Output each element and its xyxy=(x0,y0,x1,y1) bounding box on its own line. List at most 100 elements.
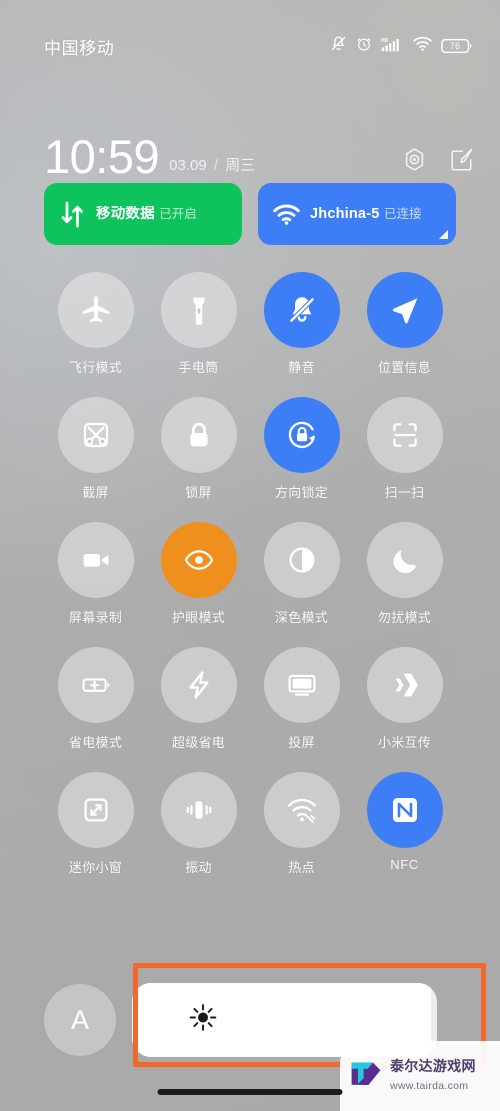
toggle-ultra-battery-saver[interactable]: 超级省电 xyxy=(147,647,250,751)
toggle-flashlight[interactable]: 手电筒 xyxy=(147,272,250,376)
wifi-icon xyxy=(413,36,432,56)
sun-brightness-icon xyxy=(188,1003,218,1038)
lightning-bolt-icon xyxy=(160,647,237,723)
toggle-label: 方向锁定 xyxy=(274,485,329,500)
clock-date-group: 03.09 / 周三 xyxy=(169,155,255,180)
toggle-vibrate[interactable]: 振动 xyxy=(147,772,250,876)
toggle-label: 护眼模式 xyxy=(171,610,226,625)
mobile-data-title: 移动数据 xyxy=(96,205,155,222)
wifi-tile[interactable]: Jhchina-5 已连接 xyxy=(258,183,456,245)
toggle-nfc[interactable]: NFC xyxy=(353,772,456,876)
toggle-hotspot[interactable]: 热点 xyxy=(250,772,353,876)
toggle-eye-care[interactable]: 护眼模式 xyxy=(147,522,250,626)
mobile-data-text: 移动数据 已开启 xyxy=(96,206,197,223)
auto-brightness-icon[interactable]: A xyxy=(44,984,116,1056)
clock-weekday: 周三 xyxy=(225,157,256,174)
toggle-label: 静音 xyxy=(288,360,315,375)
location-arrow-icon xyxy=(366,272,443,348)
watermark: 泰尔达游戏网 www.tairda.com xyxy=(340,1041,500,1111)
clock-header: 10:59 03.09 / 周三 xyxy=(0,112,500,180)
toggle-airplane-mode[interactable]: 飞行模式 xyxy=(44,272,147,376)
toggle-label: 热点 xyxy=(288,860,315,875)
toggle-scan[interactable]: 扫一扫 xyxy=(353,397,456,501)
watermark-site-name: 泰尔达游戏网 xyxy=(390,1057,476,1074)
eye-icon xyxy=(160,522,237,598)
carrier-label: 中国移动 xyxy=(44,38,115,58)
watermark-url: www.tairda.com xyxy=(390,1080,469,1092)
toggle-label: 小米互传 xyxy=(377,735,432,750)
battery-plus-icon xyxy=(57,647,134,723)
toggle-screenshot[interactable]: 截屏 xyxy=(44,397,147,501)
toggle-label: NFC xyxy=(390,857,419,872)
auto-brightness-label: A xyxy=(70,1004,89,1035)
mobile-data-status: 已开启 xyxy=(159,206,197,221)
video-camera-icon xyxy=(57,522,134,598)
toggle-label: 迷你小窗 xyxy=(68,860,123,875)
toggle-mini-window[interactable]: 迷你小窗 xyxy=(44,772,147,876)
home-gesture-bar[interactable] xyxy=(157,1089,343,1095)
toggle-label: 扫一扫 xyxy=(384,485,425,500)
vibrate-icon xyxy=(160,772,237,848)
toggle-label: 深色模式 xyxy=(274,610,329,625)
toggle-battery-saver[interactable]: 省电模式 xyxy=(44,647,147,751)
toggle-label: 省电模式 xyxy=(68,735,123,750)
toggle-mi-share[interactable]: 小米互传 xyxy=(353,647,456,751)
toggle-label: 屏幕录制 xyxy=(68,610,123,625)
contrast-circle-icon xyxy=(263,522,340,598)
wifi-status: 已连接 xyxy=(383,206,422,221)
mini-window-icon xyxy=(57,772,134,848)
edit-pencil-icon[interactable] xyxy=(449,147,474,177)
toggle-label: 飞行模式 xyxy=(68,360,123,375)
battery-level-label: 76 xyxy=(449,40,461,51)
quick-settings-panel: 中国移动 HD 76 10:59 03.09 / 周三 移动数据 已开启 Jhc… xyxy=(0,0,500,1111)
toggle-label: 投屏 xyxy=(288,735,315,750)
rotation-lock-icon xyxy=(263,397,340,473)
toggle-lock-screen[interactable]: 锁屏 xyxy=(147,397,250,501)
toggle-label: 锁屏 xyxy=(185,485,212,500)
lock-icon xyxy=(160,397,237,473)
svg-text:HD: HD xyxy=(381,38,389,44)
tairda-shield-t-icon xyxy=(349,1057,383,1096)
toggle-label: 勿扰模式 xyxy=(377,610,432,625)
screenshot-icon xyxy=(57,397,134,473)
alarm-clock-icon xyxy=(356,36,372,57)
connectivity-tiles: 移动数据 已开启 Jhchina-5 已连接 xyxy=(44,183,456,245)
status-bar: 中国移动 HD 76 xyxy=(0,0,500,92)
cast-screen-icon xyxy=(263,647,340,723)
toggle-label: 手电筒 xyxy=(178,360,219,375)
wifi-ssid: Jhchina-5 xyxy=(310,205,380,222)
toggle-screen-record[interactable]: 屏幕录制 xyxy=(44,522,147,626)
toggle-cast[interactable]: 投屏 xyxy=(250,647,353,751)
toggle-rotation-lock[interactable]: 方向锁定 xyxy=(250,397,353,501)
flashlight-icon xyxy=(160,272,237,348)
mute-bell-icon xyxy=(330,35,347,57)
toggle-dark-mode[interactable]: 深色模式 xyxy=(250,522,353,626)
status-icon-group: HD 76 xyxy=(330,35,472,57)
quick-toggle-grid: 飞行模式 手电筒 静音 位置信息 截屏 锁屏 方向锁定 扫一扫 屏幕录制 护眼模… xyxy=(44,272,456,876)
clock-time: 10:59 xyxy=(44,130,160,183)
nfc-icon xyxy=(366,772,443,848)
settings-hex-icon[interactable] xyxy=(402,147,427,177)
battery-icon: 76 xyxy=(441,38,472,54)
toggle-location[interactable]: 位置信息 xyxy=(353,272,456,376)
moon-icon xyxy=(366,522,443,598)
airplane-icon xyxy=(57,272,134,348)
watermark-text: 泰尔达游戏网 www.tairda.com xyxy=(390,1058,500,1095)
data-arrows-icon xyxy=(57,201,87,228)
toggle-label: 振动 xyxy=(185,860,212,875)
toggle-label: 位置信息 xyxy=(377,360,432,375)
hotspot-icon xyxy=(263,772,340,848)
wifi-expand-corner-icon[interactable] xyxy=(439,230,448,239)
mobile-data-tile[interactable]: 移动数据 已开启 xyxy=(44,183,242,245)
toggle-label: 超级省电 xyxy=(171,735,226,750)
toggle-do-not-disturb[interactable]: 勿扰模式 xyxy=(353,522,456,626)
clock-date: 03.09 xyxy=(169,157,207,174)
hd-signal-icon: HD xyxy=(381,36,404,57)
toggle-mute[interactable]: 静音 xyxy=(250,272,353,376)
mute-bell-icon xyxy=(263,272,340,348)
wifi-icon xyxy=(271,204,301,225)
mi-share-icon xyxy=(366,647,443,723)
date-separator: / xyxy=(213,157,219,174)
scan-icon xyxy=(366,397,443,473)
wifi-text: Jhchina-5 已连接 xyxy=(310,206,421,223)
